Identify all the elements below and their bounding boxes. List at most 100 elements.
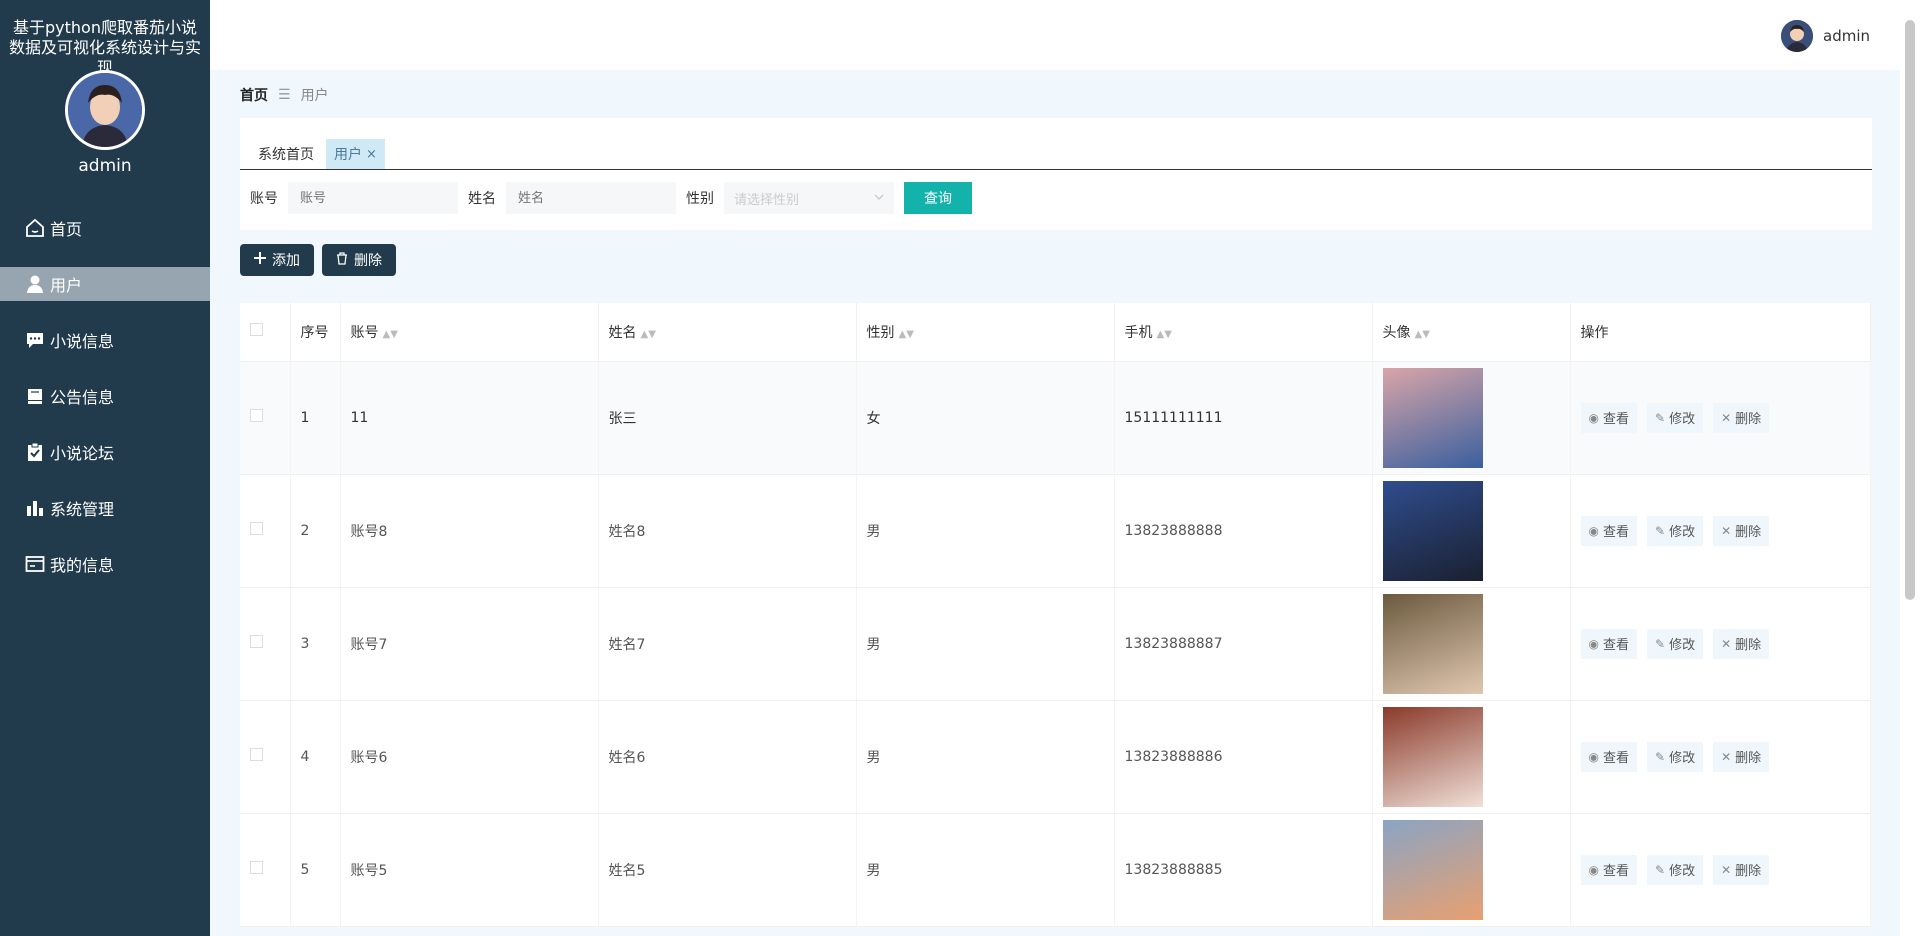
breadcrumb: 首页 ☰ 用户 [240,85,329,105]
avatar-photo[interactable] [1382,706,1483,807]
edit-button[interactable]: ✎ 修改 [1647,402,1704,433]
sidebar-item-notices[interactable]: 公告信息 [0,368,210,424]
query-button[interactable]: 查询 [904,182,972,214]
delete-button[interactable]: 删除 [322,244,396,276]
cell-ops: ◉ 查看 ✎ 修改 ✕ 删除 [1570,361,1871,475]
row-checkbox[interactable] [250,748,263,761]
edit-icon: ✎ [1655,410,1666,425]
row-select[interactable] [240,587,291,701]
users-table: 序号 账号 ▲▼ 姓名 ▲▼ 性别 ▲▼ 手机 ▲▼ 头像 ▲▼ 操作 1 11 张三女 151… [240,303,1871,927]
row-delete-button[interactable]: ✕ 删除 [1713,741,1770,772]
gender-select[interactable]: 请选择性别 [724,182,894,214]
avatar-photo[interactable] [1382,480,1483,581]
header-phone[interactable]: 手机 ▲▼ [1114,303,1373,362]
sort-icon[interactable]: ▲▼ [1157,329,1172,340]
table-row: 4 账号6 姓名6 男 13823888886 ◉ 查看 ✎ 修改 ✕ 删除 [240,700,1871,814]
clipboard-check-icon [24,441,46,463]
account-input[interactable] [288,182,458,214]
close-icon: ✕ [1721,523,1732,538]
breadcrumb-separator-icon: ☰ [278,87,291,103]
edit-button[interactable]: ✎ 修改 [1647,854,1704,885]
row-delete-button[interactable]: ✕ 删除 [1713,628,1770,659]
avatar-photo[interactable] [1382,367,1483,468]
tab-users[interactable]: 用户 × [326,139,385,169]
tab-system-home[interactable]: 系统首页 [250,139,322,169]
header-gender[interactable]: 性别 ▲▼ [856,303,1115,362]
row-select[interactable] [240,813,291,927]
view-button[interactable]: ◉ 查看 [1580,515,1637,546]
chevron-down-icon [874,191,884,206]
view-button[interactable]: ◉ 查看 [1580,854,1637,885]
cell-index: 2 [290,474,341,588]
cell-avatar [1372,474,1571,588]
user-icon [24,273,46,295]
sidebar-item-system[interactable]: 系统管理 [0,480,210,536]
view-button[interactable]: ◉ 查看 [1580,402,1637,433]
avatar-photo[interactable] [1382,819,1483,920]
delete-label: 删除 [1735,638,1762,653]
delete-label: 删除 [1735,525,1762,540]
row-select[interactable] [240,700,291,814]
cell-avatar [1372,700,1571,814]
sidebar-item-profile[interactable]: 我的信息 [0,536,210,592]
page-scrollbar[interactable] [1900,0,1920,936]
cell-ops: ◉ 查看 ✎ 修改 ✕ 删除 [1570,587,1871,701]
avatar-photo[interactable] [1382,593,1483,694]
row-checkbox[interactable] [250,861,263,874]
header-select-all[interactable] [240,303,291,362]
name-input[interactable] [506,182,676,214]
sort-icon[interactable]: ▲▼ [383,329,398,340]
gender-label: 性别 [686,191,714,207]
row-checkbox[interactable] [250,522,263,535]
sidebar-item-home[interactable]: 首页 [0,200,210,256]
user-menu[interactable]: admin [1781,20,1870,52]
cell-account: 账号6 [340,700,599,814]
sidebar-item-label: 我的信息 [50,556,115,575]
scrollbar-thumb[interactable] [1905,20,1915,600]
edit-button[interactable]: ✎ 修改 [1647,628,1704,659]
search-row: 账号 姓名 性别 请选择性别 查询 [240,170,1872,226]
close-icon[interactable]: × [366,147,377,162]
plus-icon [254,252,266,268]
cell-index: 4 [290,700,341,814]
header-account[interactable]: 账号 ▲▼ [340,303,599,362]
cell-name: 张三 [598,361,857,475]
row-delete-button[interactable]: ✕ 删除 [1713,854,1770,885]
header-name[interactable]: 姓名 ▲▼ [598,303,857,362]
sidebar-item-novels[interactable]: 小说信息 [0,312,210,368]
edit-button[interactable]: ✎ 修改 [1647,741,1704,772]
header-avatar[interactable]: 头像 ▲▼ [1372,303,1571,362]
sort-icon[interactable]: ▲▼ [1415,329,1430,340]
row-select[interactable] [240,474,291,588]
select-all-checkbox[interactable] [250,323,263,337]
edit-label: 修改 [1669,525,1696,540]
row-select[interactable] [240,361,291,475]
sidebar-item-label: 用户 [50,276,83,295]
chat-icon [24,329,46,351]
breadcrumb-home[interactable]: 首页 [240,85,268,105]
edit-button[interactable]: ✎ 修改 [1647,515,1704,546]
row-checkbox[interactable] [250,409,263,422]
breadcrumb-current: 用户 [300,88,329,104]
delete-label: 删除 [1735,751,1762,766]
sidebar-item-label: 小说信息 [50,332,115,351]
sort-icon[interactable]: ▲▼ [641,329,656,340]
header-label: 姓名 [608,324,637,341]
view-button[interactable]: ◉ 查看 [1580,628,1637,659]
edit-icon: ✎ [1655,749,1666,764]
sort-icon[interactable]: ▲▼ [899,329,914,340]
view-label: 查看 [1602,864,1629,879]
sidebar-username: admin [78,156,132,176]
search-panel: 系统首页 用户 × 账号 姓名 性别 请选择性别 查询 [240,118,1872,230]
cell-gender: 男 [856,474,1115,588]
sidebar-item-label: 系统管理 [50,500,115,519]
sidebar-item-forum[interactable]: 小说论坛 [0,424,210,480]
view-button[interactable]: ◉ 查看 [1580,741,1637,772]
sidebar-item-users[interactable]: 用户 [0,267,210,301]
bar-chart-icon [24,497,46,519]
add-button[interactable]: 添加 [240,244,314,276]
row-delete-button[interactable]: ✕ 删除 [1713,515,1770,546]
sidebar-item-label: 小说论坛 [50,444,115,463]
row-delete-button[interactable]: ✕ 删除 [1713,402,1770,433]
row-checkbox[interactable] [250,635,263,648]
